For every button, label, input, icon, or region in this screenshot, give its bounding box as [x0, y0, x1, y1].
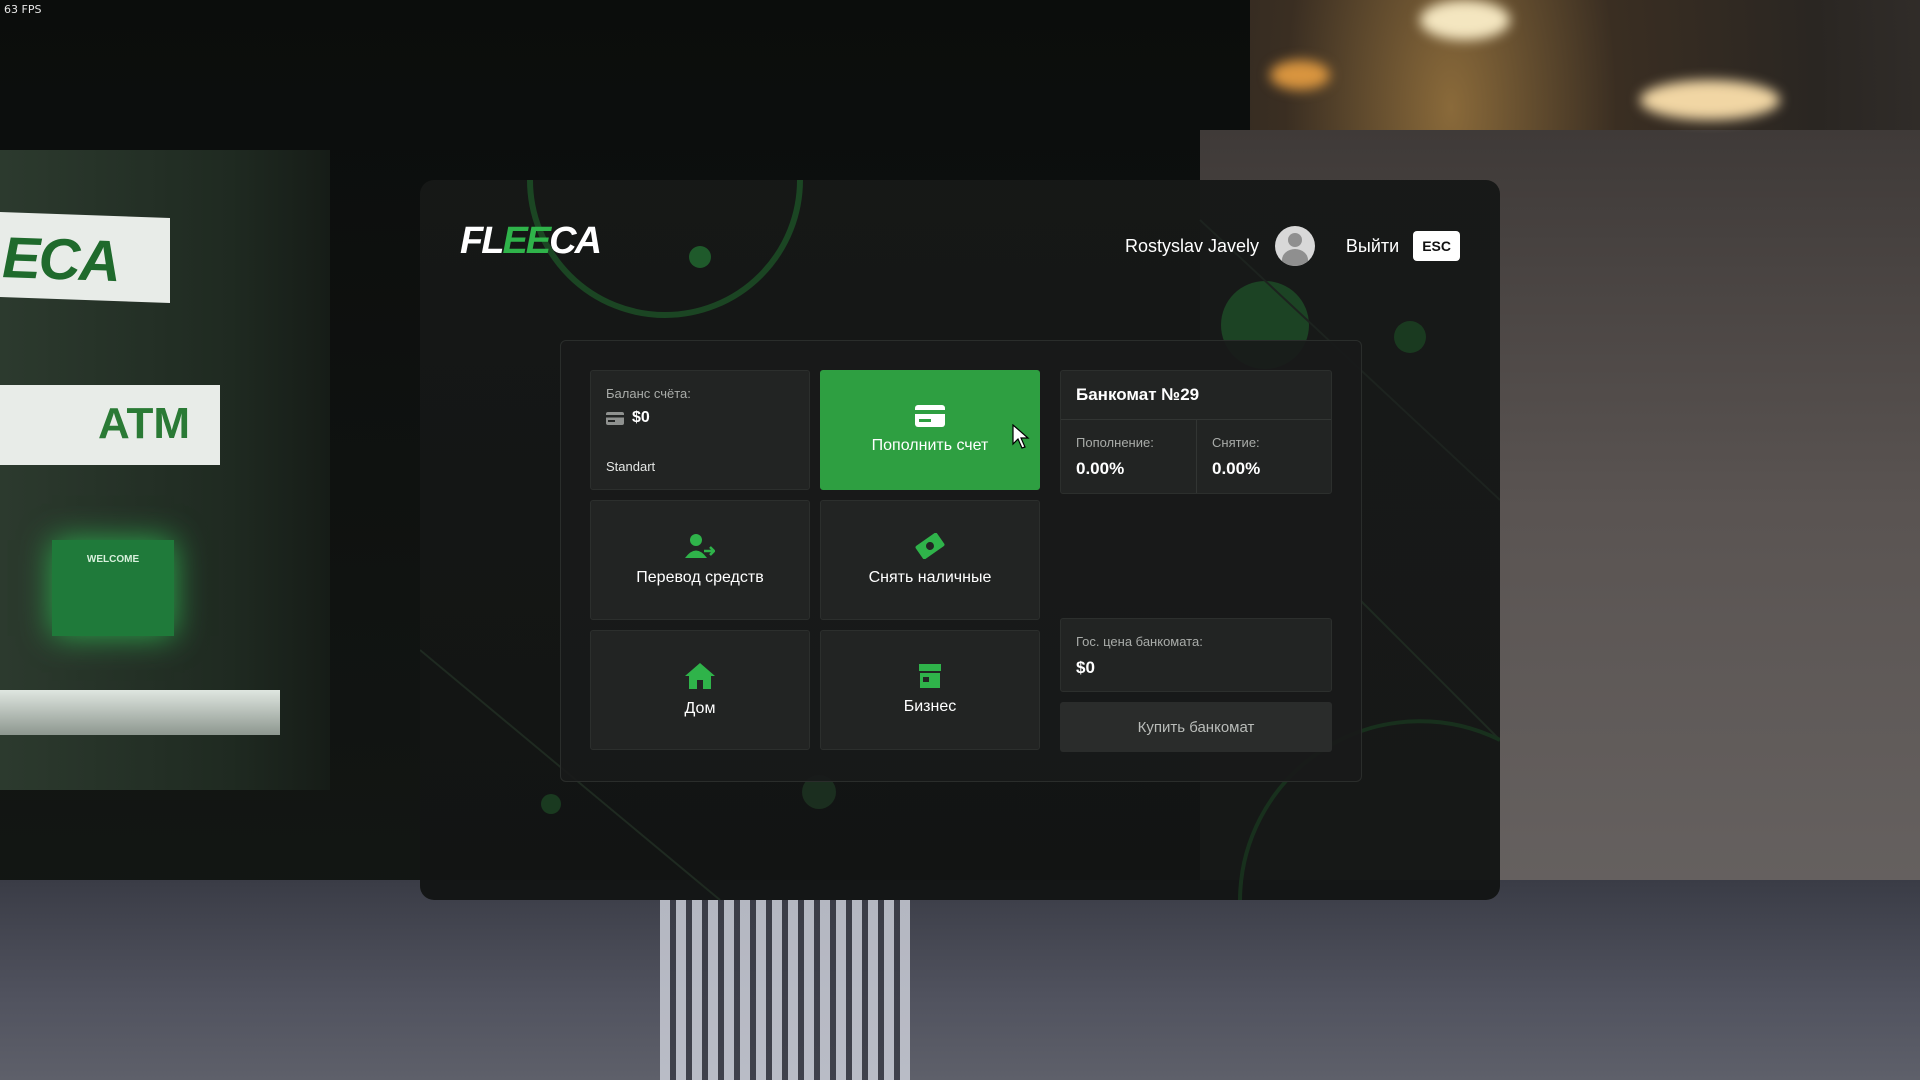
withdraw-label: Снять наличные: [868, 569, 992, 586]
player-character: [660, 900, 910, 1080]
sidewalk: [0, 880, 1920, 1080]
street-light: [1640, 80, 1780, 120]
exit-label: Выйти: [1345, 235, 1400, 256]
atm-price-card: Гос. цена банкомата: $0: [1060, 618, 1332, 692]
balance-label: Баланс счёта:: [606, 386, 691, 401]
house-label: Дом: [684, 700, 716, 717]
atm-price-label: Гос. цена банкомата:: [1076, 634, 1203, 649]
user-name: Rostyslav Javely: [1124, 235, 1259, 256]
exit-button[interactable]: Выйти ESC: [1346, 226, 1460, 266]
avatar: [1275, 226, 1315, 266]
withdraw-fee-label: Снятие:: [1212, 435, 1260, 450]
atm-screen-text: WELCOME: [86, 554, 140, 565]
withdraw-fee-value: 0.00%: [1212, 459, 1261, 478]
atm-price-value: $0: [1076, 658, 1095, 677]
balance-card: Баланс счёта: $0 Standart: [590, 370, 810, 490]
deposit-label: Пополнить счет: [871, 437, 989, 454]
cash-icon: [915, 533, 945, 559]
transfer-label: Перевод средств: [636, 569, 764, 586]
divider: [1196, 419, 1197, 493]
user-transfer-icon: [685, 534, 715, 558]
transfer-button[interactable]: Перевод средств: [590, 500, 810, 620]
account-type: Standart: [606, 459, 656, 474]
buy-atm-button[interactable]: Купить банкомат: [1060, 702, 1332, 752]
business-button[interactable]: Бизнес: [820, 630, 1040, 750]
atm-sign: ECA: [0, 212, 170, 303]
house-icon: [685, 663, 715, 689]
atm-info-card: Банкомат №29 Пополнение: 0.00% Снятие: 0…: [1060, 370, 1332, 494]
atm-title: Банкомат №29: [1076, 385, 1200, 404]
atm-panel: FLEECA Rostyslav Javely Выйти ESC Баланс…: [420, 180, 1500, 900]
atm-label-text: ATM: [97, 399, 190, 448]
deposit-button[interactable]: Пополнить счет: [820, 370, 1040, 490]
user-info: Rostyslav Javely: [1125, 226, 1315, 266]
deposit-fee-value: 0.00%: [1076, 459, 1125, 478]
street-light: [1420, 0, 1510, 40]
withdraw-button[interactable]: Снять наличные: [820, 500, 1040, 620]
fleeca-logo: FLEECA: [460, 220, 602, 262]
atm-screen: WELCOME: [52, 540, 174, 636]
mouse-cursor-icon: [1012, 424, 1030, 449]
atm-label: ATM: [0, 385, 220, 465]
card-icon: [606, 411, 624, 425]
house-button[interactable]: Дом: [590, 630, 810, 750]
atm-menu: Баланс счёта: $0 Standart Пополнить счет…: [560, 340, 1362, 782]
balance-amount: $0: [632, 409, 650, 426]
deposit-fee-label: Пополнение:: [1076, 435, 1154, 450]
business-label: Бизнес: [903, 698, 957, 715]
shop-icon: [919, 664, 941, 688]
esc-key-badge: ESC: [1413, 231, 1460, 261]
atm-sign-text: ECA: [2, 225, 119, 295]
fps-counter: 63 FPS: [4, 3, 42, 16]
card-icon: [915, 405, 945, 427]
atm-card-slot: [0, 690, 280, 735]
street-light: [1270, 60, 1330, 90]
